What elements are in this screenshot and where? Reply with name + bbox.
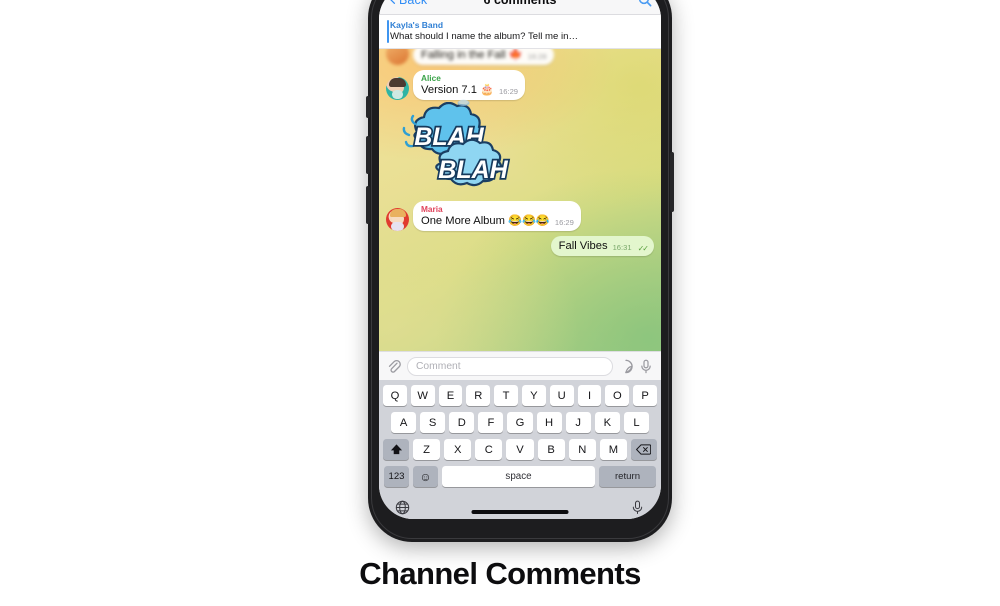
volume-up-button[interactable]	[366, 136, 370, 174]
message-bubble[interactable]: Falling in the Fall 🍁 16:28	[413, 49, 554, 65]
back-button-label: Back	[399, 0, 427, 7]
key-b[interactable]: B	[537, 439, 565, 460]
volume-down-button[interactable]	[366, 186, 370, 224]
key-k[interactable]: K	[594, 412, 620, 433]
globe-icon[interactable]	[395, 500, 410, 515]
return-key[interactable]: return	[599, 466, 656, 487]
message-row-maria[interactable]: Maria One More Album 😂😂😂 16:29	[379, 201, 661, 231]
keyboard-row-3: Z X C V B N M	[381, 439, 659, 460]
key-o[interactable]: O	[605, 385, 630, 406]
navigation-bar: Back 6 comments	[379, 0, 661, 15]
microphone-icon[interactable]	[639, 359, 653, 374]
back-button[interactable]: Back	[388, 0, 427, 7]
message-time: 16:29	[499, 87, 519, 96]
key-n[interactable]: N	[568, 439, 596, 460]
search-icon[interactable]	[638, 0, 652, 7]
message-text: Fall Vibes	[558, 240, 608, 252]
numbers-key[interactable]: 123	[384, 466, 409, 487]
pinned-message-banner[interactable]: Kayla's Band What should I name the albu…	[379, 15, 661, 49]
key-e[interactable]: E	[438, 385, 463, 406]
key-f[interactable]: F	[478, 412, 504, 433]
dictation-microphone-icon[interactable]	[630, 500, 645, 515]
key-p[interactable]: P	[633, 385, 657, 406]
avatar	[386, 77, 409, 100]
key-w[interactable]: W	[410, 385, 435, 406]
message-bubble-outgoing[interactable]: Fall Vibes 16:31 ✓✓	[550, 236, 654, 256]
message-row-partial[interactable]: Falling in the Fall 🍁 16:28	[379, 49, 661, 65]
message-bubble[interactable]: Maria One More Album 😂😂😂 16:29	[413, 201, 581, 231]
message-row-sticker[interactable]: BLAH BLAH	[379, 98, 661, 199]
keyboard-row-2: A S D F G H J K L	[381, 412, 659, 433]
message-row-alice[interactable]: Alice Version 7.1 🎂 16:29	[379, 70, 661, 100]
screenshot-stage: Back 6 comments Kayla's Band What should…	[0, 0, 1000, 606]
message-bubble[interactable]: Alice Version 7.1 🎂 16:29	[413, 70, 526, 100]
key-v[interactable]: V	[506, 439, 534, 460]
key-j[interactable]: J	[565, 412, 591, 433]
emoji-smiley-icon[interactable]: ☺	[413, 466, 438, 487]
keyboard-bottom-bar	[381, 493, 659, 519]
message-author: Maria	[421, 204, 443, 214]
sticker-reaction-icon[interactable]	[457, 98, 470, 107]
key-t[interactable]: T	[494, 385, 518, 406]
message-author: Alice	[421, 73, 441, 83]
message-row-outgoing[interactable]: Fall Vibes 16:31 ✓✓	[379, 236, 661, 256]
key-z[interactable]: Z	[413, 439, 441, 460]
paperclip-icon[interactable]	[387, 359, 401, 374]
backspace-icon	[636, 444, 652, 455]
key-i[interactable]: I	[577, 385, 602, 406]
pinned-message-text: What should I name the album? Tell me in…	[390, 31, 579, 42]
sticker-blah-blah[interactable]: BLAH BLAH	[397, 101, 517, 194]
key-d[interactable]: D	[449, 412, 475, 433]
key-c[interactable]: C	[475, 439, 503, 460]
caption-title: Channel Comments	[359, 556, 641, 591]
comment-placeholder: Comment	[416, 360, 461, 372]
silent-switch[interactable]	[366, 96, 370, 118]
key-h[interactable]: H	[536, 412, 562, 433]
phone-device: Back 6 comments Kayla's Band What should…	[366, 0, 674, 542]
key-q[interactable]: Q	[383, 385, 407, 406]
key-y[interactable]: Y	[522, 385, 546, 406]
sticker-icon[interactable]	[619, 359, 633, 374]
message-text: Falling in the Fall 🍁	[421, 49, 523, 61]
key-r[interactable]: R	[466, 385, 491, 406]
comment-composer: Comment	[379, 351, 661, 380]
shift-key[interactable]	[383, 439, 409, 460]
on-screen-keyboard: Q W E R T Y U I O P A S D F G H J K L Z …	[379, 380, 661, 519]
pinned-message-author: Kayla's Band	[390, 20, 444, 30]
keyboard-row-4: 123 ☺ space return	[381, 466, 659, 487]
keyboard-row-1: Q W E R T Y U I O P	[381, 385, 659, 406]
power-button[interactable]	[670, 152, 674, 212]
backspace-key[interactable]	[630, 439, 657, 460]
phone-screen: Back 6 comments Kayla's Band What should…	[379, 0, 661, 519]
space-key[interactable]: space	[442, 466, 595, 487]
message-time: 16:28	[527, 52, 547, 61]
message-time: 16:31	[612, 243, 632, 252]
message-text: Version 7.1 🎂	[421, 84, 495, 96]
sticker-text-bottom: BLAH	[438, 156, 508, 184]
home-indicator[interactable]	[471, 510, 569, 514]
chevron-left-icon	[390, 0, 396, 4]
message-time: 16:29	[554, 218, 574, 227]
key-x[interactable]: X	[444, 439, 472, 460]
message-text: One More Album 😂😂😂	[421, 215, 550, 227]
key-a[interactable]: A	[391, 412, 417, 433]
avatar	[386, 49, 409, 65]
chat-message-list[interactable]: Falling in the Fall 🍁 16:28 Alice Versio…	[379, 49, 661, 351]
shift-up-icon	[390, 444, 402, 455]
key-s[interactable]: S	[420, 412, 446, 433]
key-m[interactable]: M	[599, 439, 627, 460]
key-u[interactable]: U	[549, 385, 574, 406]
avatar	[386, 208, 409, 231]
key-l[interactable]: L	[623, 412, 649, 433]
comment-input[interactable]: Comment	[407, 356, 613, 376]
read-receipt-icon: ✓✓	[637, 244, 649, 253]
key-g[interactable]: G	[507, 412, 533, 433]
